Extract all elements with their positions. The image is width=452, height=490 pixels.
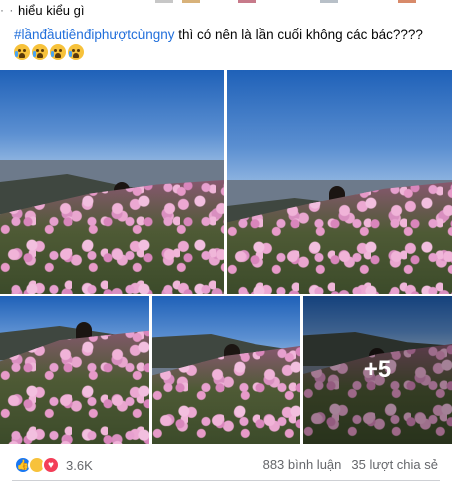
post-photo-4[interactable] [152,296,300,444]
love-icon: ♥ [42,456,60,474]
crying-face-icon [14,44,30,60]
crying-face-icon [32,44,48,60]
caption-text: thì có nên là lần cuối không các bác???? [174,27,423,42]
shares-count-link[interactable]: 35 lượt chia sẻ [351,457,438,472]
crying-face-icon [68,44,84,60]
more-photos-count: +5 [363,356,392,383]
more-photos-overlay[interactable]: +5 [303,296,452,444]
post-photo-3[interactable] [0,296,149,444]
post-caption: #lầnđầutiênđiphượtcùngny thì có nên là l… [14,25,444,44]
engagement-stats: 883 bình luận 35 lượt chia sẻ [263,457,438,472]
clipped-emoji-strip [182,0,200,3]
post-photo-5[interactable]: +5 [303,296,452,444]
post-photo-1[interactable] [0,70,224,294]
reaction-count: 3.6K [66,457,93,473]
sky [227,70,452,180]
crying-face-icon [50,44,66,60]
clipped-emoji-strip [398,0,416,3]
clipped-emoji-strip [238,0,256,3]
previous-text: hiểu kiểu gì [18,3,85,18]
clipped-emoji-strip [320,0,338,3]
clipped-emoji-strip [155,0,173,3]
comments-count-link[interactable]: 883 bình luận [263,457,342,472]
post-photo-2[interactable] [227,70,452,294]
flower-field [227,182,452,294]
footer-divider [12,480,440,481]
sky [0,70,224,160]
previous-text-line: · · · hiểu kiểu gì [0,0,452,20]
reaction-summary[interactable]: 👍 ♥ 3.6K [14,455,93,475]
emoji-row [14,44,84,62]
hashtag-link[interactable]: #lầnđầutiênđiphượtcùngny [14,27,175,42]
